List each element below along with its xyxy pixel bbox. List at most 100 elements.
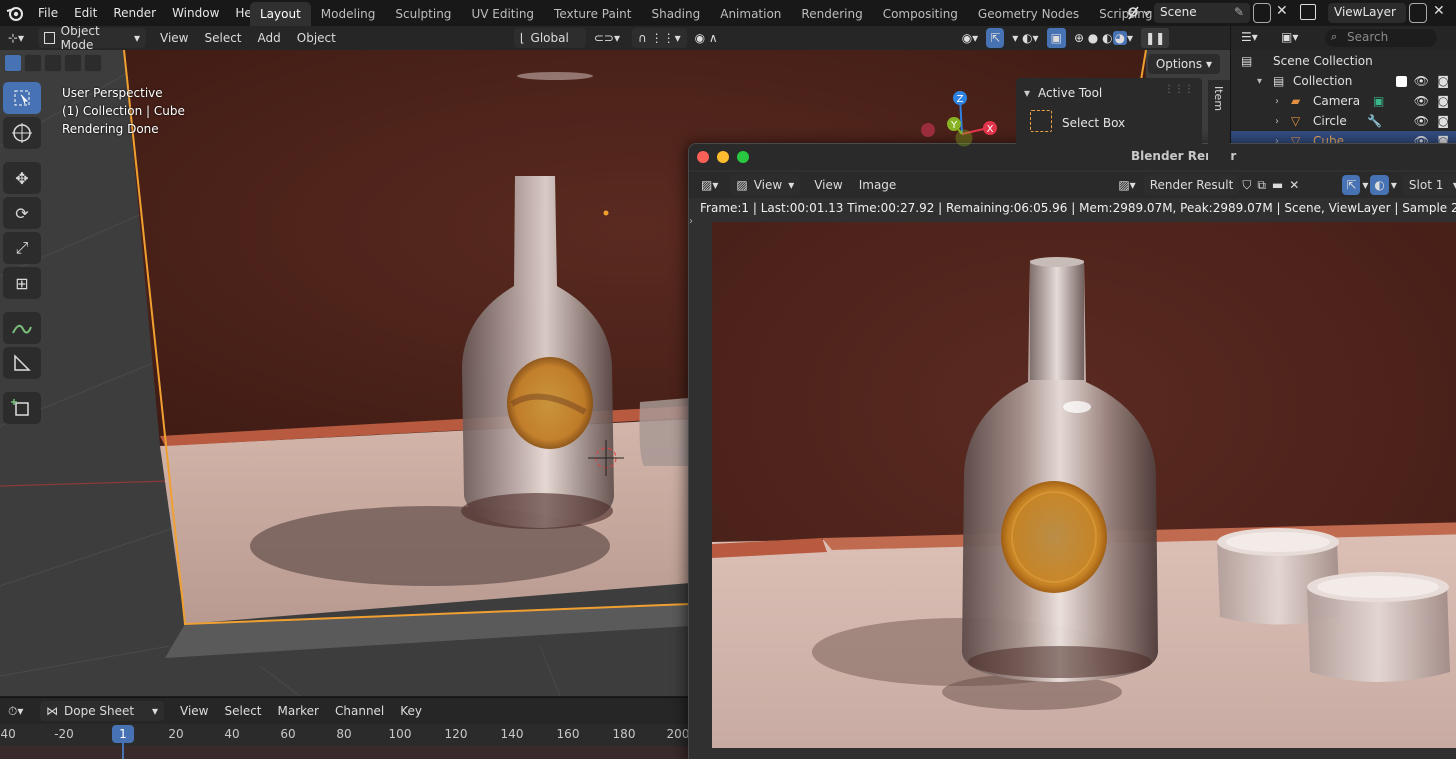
dope-menu-marker[interactable]: Marker	[270, 701, 327, 721]
viewport-menu-select[interactable]: Select	[196, 28, 249, 48]
display-mode-icon[interactable]: ▣▾	[1281, 30, 1298, 44]
overlay-icon[interactable]: ▾ ◐▾	[1004, 28, 1046, 48]
menu-file[interactable]: File	[30, 6, 66, 20]
tab-shading[interactable]: Shading	[641, 2, 710, 26]
navigation-gizmo[interactable]: Z Y X	[912, 84, 1004, 176]
chevron-down-icon[interactable]: ▾	[1360, 175, 1370, 195]
xray-icon[interactable]: ▣	[1046, 28, 1066, 48]
modifier-wrench-icon[interactable]: 🔧	[1367, 114, 1382, 128]
outliner-search-input[interactable]: Search	[1325, 29, 1437, 47]
viewport-menu-object[interactable]: Object	[289, 28, 344, 48]
render-result-image[interactable]	[712, 222, 1456, 748]
pivot-icon[interactable]: ⊂⊃▾	[586, 28, 628, 48]
remove-scene-icon[interactable]: ✕	[1276, 3, 1288, 19]
pause-render-icon[interactable]: ❚❚	[1141, 28, 1170, 48]
eye-icon[interactable]: 👁	[1414, 114, 1429, 128]
outliner-row-scene-collection[interactable]: ▤ Scene Collection	[1231, 51, 1456, 71]
view-layer-icon[interactable]	[1300, 4, 1316, 20]
camera-render-icon[interactable]: ◙	[1437, 114, 1449, 128]
rotate-tool-icon[interactable]: ⟳	[3, 197, 41, 229]
scale-tool-icon[interactable]: ⤢	[3, 232, 41, 264]
duplicate-image-icon[interactable]: ⧉	[1254, 175, 1269, 195]
overlay-icon[interactable]: ◐	[1370, 175, 1389, 195]
blender-logo-icon[interactable]	[6, 4, 24, 22]
tab-geometry-nodes[interactable]: Geometry Nodes	[968, 2, 1089, 26]
select-extend-icon[interactable]	[24, 54, 42, 72]
camera-render-icon[interactable]: ◙	[1437, 94, 1449, 108]
new-scene-icon[interactable]	[1253, 3, 1271, 23]
current-frame-indicator[interactable]: 1	[112, 725, 134, 743]
remove-view-layer-icon[interactable]: ✕	[1433, 3, 1445, 19]
visibility-icon[interactable]: ◉▾	[954, 28, 987, 48]
tab-rendering[interactable]: Rendering	[791, 2, 872, 26]
dope-menu-view[interactable]: View	[172, 701, 216, 721]
transform-orientation-dropdown[interactable]: ⌊ Global	[513, 28, 586, 48]
add-cube-tool-icon[interactable]	[3, 392, 41, 424]
tab-animation[interactable]: Animation	[710, 2, 791, 26]
gizmo-toggle-icon[interactable]: ⇱	[986, 28, 1005, 48]
chevron-right-icon[interactable]: ›	[1275, 116, 1279, 127]
outliner-editor-icon[interactable]: ☰▾	[1241, 30, 1258, 44]
tab-layout[interactable]: Layout	[250, 2, 311, 26]
tab-item[interactable]: Item	[1212, 86, 1225, 111]
view-layer-field[interactable]: ViewLayer	[1328, 3, 1406, 23]
proportional-edit-icon[interactable]: ◉ ∧	[687, 28, 726, 48]
dope-menu-channel[interactable]: Channel	[327, 701, 392, 721]
gizmo-toggle-icon[interactable]: ⇱	[1342, 175, 1361, 195]
move-tool-icon[interactable]: ✥	[3, 162, 41, 194]
select-invert-icon[interactable]	[64, 54, 82, 72]
dope-menu-key[interactable]: Key	[392, 701, 430, 721]
select-new-icon[interactable]	[4, 54, 22, 72]
new-view-layer-icon[interactable]	[1409, 3, 1427, 23]
tab-texture-paint[interactable]: Texture Paint	[544, 2, 641, 26]
camera-render-icon[interactable]: ◙	[1437, 74, 1449, 88]
dope-sheet-mode-dropdown[interactable]: ⋈ Dope Sheet ▾	[40, 701, 164, 721]
tab-sculpting[interactable]: Sculpting	[385, 2, 461, 26]
chevron-down-icon[interactable]: ▾	[1024, 86, 1030, 100]
pin-icon[interactable]: ✎	[1234, 5, 1244, 19]
editor-type-icon[interactable]: ⊹▾	[0, 28, 34, 48]
chevron-down-icon[interactable]: ▾	[1389, 175, 1399, 195]
fake-user-shield-icon[interactable]: ⛉	[1239, 175, 1254, 195]
render-slot-dropdown[interactable]: Slot 1 ▾	[1402, 175, 1456, 195]
select-box-tool-icon[interactable]	[3, 82, 41, 114]
shading-modes[interactable]: ⊕ ● ◐ ◕ ▾	[1066, 28, 1141, 48]
close-window-button[interactable]	[697, 151, 709, 163]
annotate-tool-icon[interactable]	[3, 312, 41, 344]
rendered-shading-icon[interactable]: ◕	[1112, 31, 1128, 45]
outliner-row-circle[interactable]: › ▽ Circle 🔧 👁 ◙	[1231, 111, 1456, 131]
minimize-window-button[interactable]	[717, 151, 729, 163]
tab-modeling[interactable]: Modeling	[311, 2, 386, 26]
viewport-menu-add[interactable]: Add	[250, 28, 289, 48]
cursor-tool-icon[interactable]	[3, 117, 41, 149]
active-tool-title[interactable]: Active Tool	[1038, 86, 1102, 100]
transform-tool-icon[interactable]: ⊞	[3, 267, 41, 299]
editor-type-icon[interactable]: ▨▾	[693, 175, 726, 195]
chevron-right-icon[interactable]: ›	[1275, 96, 1279, 107]
snap-icon[interactable]: ∩ ⋮⋮▾	[631, 28, 687, 48]
checkbox-icon[interactable]	[1396, 75, 1407, 87]
outliner-row-camera[interactable]: › ▰ Camera ▣ 👁 ◙	[1231, 91, 1456, 111]
camera-data-icon[interactable]: ▣	[1373, 94, 1384, 108]
dope-menu-select[interactable]: Select	[216, 701, 269, 721]
select-box-icon[interactable]	[1030, 110, 1052, 132]
expand-toolbar-icon[interactable]: ›	[689, 216, 693, 227]
image-name-field[interactable]: Render Result	[1143, 175, 1240, 195]
tab-uv-editing[interactable]: UV Editing	[461, 2, 544, 26]
outliner-row-collection[interactable]: ▾ ▤ Collection 👁 ◙	[1231, 71, 1456, 91]
frame-ruler[interactable]: -40 -20 20 40 60 80 100 120 140 160 180 …	[0, 724, 690, 746]
menu-edit[interactable]: Edit	[66, 6, 105, 20]
render-menu-image[interactable]: Image	[851, 175, 905, 195]
dope-sheet-channels[interactable]	[0, 746, 690, 759]
menu-window[interactable]: Window	[164, 6, 227, 20]
select-subtract-icon[interactable]	[44, 54, 62, 72]
eye-icon[interactable]: 👁	[1414, 94, 1429, 108]
measure-tool-icon[interactable]	[3, 347, 41, 379]
mode-dropdown[interactable]: Object Mode ▾	[38, 26, 146, 52]
view-mode-dropdown[interactable]: ▨ View ▾	[730, 175, 801, 195]
select-intersect-icon[interactable]	[84, 54, 102, 72]
drag-handle-icon[interactable]: ⋮⋮⋮	[1164, 84, 1194, 95]
viewport-menu-view[interactable]: View	[152, 28, 196, 48]
eye-icon[interactable]: 👁	[1414, 74, 1429, 88]
image-browse-icon[interactable]: ▨▾	[1110, 175, 1143, 195]
